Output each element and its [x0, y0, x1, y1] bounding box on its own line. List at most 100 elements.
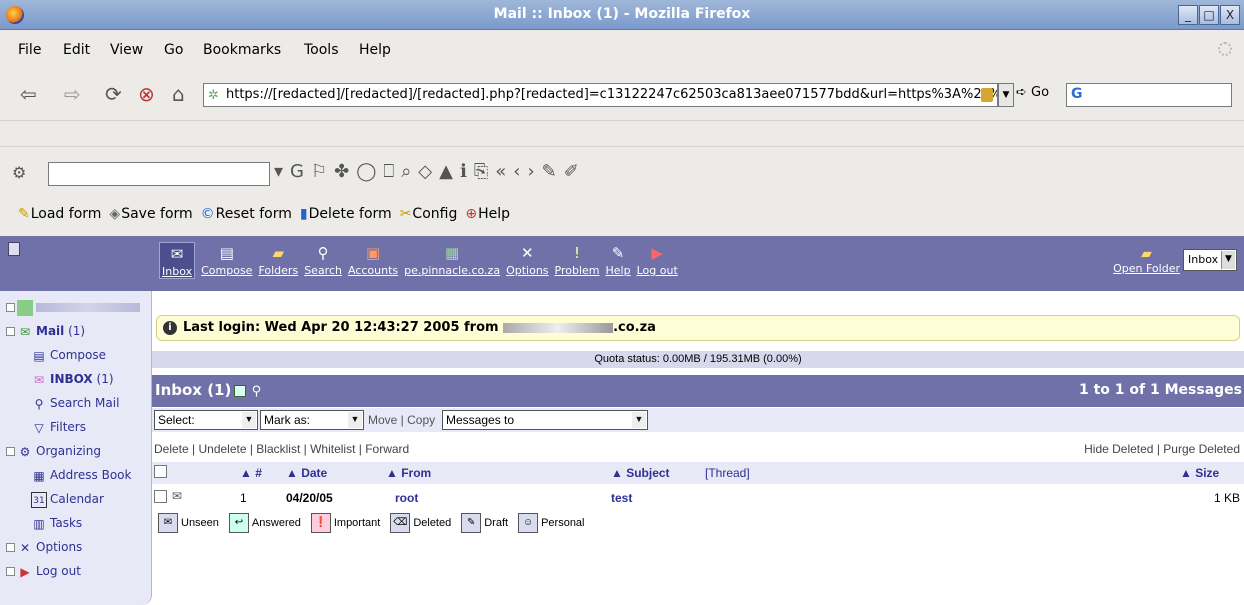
- important-icon: ❗: [310, 513, 331, 533]
- tree-tasks[interactable]: ▥ Tasks: [6, 513, 140, 537]
- back-icon[interactable]: ⇦: [20, 82, 37, 106]
- tree-options[interactable]: ✕ Options: [6, 537, 140, 561]
- url-dropdown-button[interactable]: ▼: [998, 83, 1014, 107]
- tree-account[interactable]: [6, 297, 140, 321]
- spell-icon[interactable]: ⚐: [311, 161, 327, 182]
- expander-icon[interactable]: [6, 447, 15, 456]
- nav-accounts[interactable]: ▣ Accounts: [348, 242, 398, 279]
- nav-logout[interactable]: ▶ Log out: [637, 242, 678, 279]
- rewind-icon[interactable]: «: [495, 161, 506, 182]
- reload-icon[interactable]: ⟳: [105, 82, 122, 106]
- delete-form-button[interactable]: ▮Delete form: [300, 206, 392, 222]
- tag-icon[interactable]: ◇: [418, 161, 432, 182]
- next-icon[interactable]: ›: [527, 161, 534, 182]
- options-icon: ✕: [19, 540, 31, 555]
- nav-problem[interactable]: ! Problem: [555, 242, 600, 279]
- reset-form-button[interactable]: ©Reset form: [201, 206, 292, 222]
- pen2-icon[interactable]: ✐: [564, 161, 579, 182]
- expander-icon[interactable]: [6, 303, 15, 312]
- tree-mail[interactable]: ✉ Mail (1): [6, 321, 140, 345]
- deleted-action-links[interactable]: Hide Deleted | Purge Deleted: [1084, 442, 1240, 456]
- book-icon[interactable]: ⎕: [383, 161, 394, 182]
- collapse-sidebar-icon[interactable]: [8, 242, 20, 256]
- tree-calendar[interactable]: 31 Calendar: [6, 489, 140, 513]
- nav-pinnacle[interactable]: ▦ pe.pinnacle.co.za: [404, 242, 500, 279]
- config-button[interactable]: ✂Config: [400, 206, 458, 222]
- stop-icon[interactable]: ⊗: [138, 82, 155, 106]
- mark-as-label: Mark as:: [264, 413, 311, 427]
- message-from[interactable]: root: [395, 491, 418, 505]
- toolbar-search-input[interactable]: [48, 162, 270, 186]
- dropdown-icon[interactable]: ▾: [274, 161, 283, 182]
- nav-help[interactable]: ✎ Help: [606, 242, 631, 279]
- expander-icon[interactable]: [6, 327, 15, 336]
- menu-file[interactable]: File: [18, 42, 41, 58]
- search-input[interactable]: G: [1066, 83, 1232, 107]
- search-icon[interactable]: ⚲: [252, 384, 262, 399]
- open-folder-button[interactable]: ▰ Open Folder: [1113, 246, 1180, 275]
- nav-inbox[interactable]: ✉ Inbox: [159, 242, 196, 279]
- tree-filters[interactable]: ▽ Filters: [6, 417, 140, 441]
- col-date[interactable]: ▲ Date: [286, 466, 327, 480]
- nav-folders[interactable]: ▰ Folders: [258, 242, 298, 279]
- tree-organizing[interactable]: ⚙ Organizing: [6, 441, 140, 465]
- nav-options[interactable]: ✕ Options: [506, 242, 548, 279]
- menu-tools[interactable]: Tools: [304, 42, 339, 58]
- google-icon[interactable]: G: [290, 161, 304, 182]
- save-form-icon: ◈: [109, 206, 121, 222]
- mark-as-dropdown[interactable]: Mark as: ▼: [260, 410, 364, 430]
- clover-icon[interactable]: ✤: [334, 161, 349, 182]
- nav-compose[interactable]: ▤ Compose: [201, 242, 252, 279]
- tree-compose[interactable]: ▤ Compose: [6, 345, 140, 369]
- tree-logout[interactable]: ▶ Log out: [6, 561, 140, 585]
- col-subject[interactable]: ▲ Subject: [611, 466, 670, 480]
- maximize-button[interactable]: □: [1199, 5, 1219, 25]
- menu-edit[interactable]: Edit: [63, 42, 90, 58]
- search-label: Search Mail: [50, 396, 120, 410]
- go-button[interactable]: ➪ Go: [1016, 85, 1049, 100]
- tree-address-book[interactable]: ▦ Address Book: [6, 465, 140, 489]
- pen-icon[interactable]: ✎: [542, 161, 557, 182]
- reset-form-label: Reset form: [215, 206, 292, 222]
- col-number[interactable]: ▲ #: [240, 466, 262, 480]
- expander-icon[interactable]: [6, 543, 15, 552]
- home-icon[interactable]: ⌂: [172, 82, 185, 106]
- col-thread-toggle[interactable]: [Thread]: [705, 466, 750, 480]
- nav-search[interactable]: ⚲ Search: [304, 242, 342, 279]
- message-action-links[interactable]: Delete | Undelete | Blacklist | Whitelis…: [154, 442, 409, 456]
- page-icon[interactable]: ⎘: [474, 161, 488, 182]
- help-button[interactable]: ⊕Help: [465, 206, 510, 222]
- select-dropdown[interactable]: Select: ▼: [154, 410, 258, 430]
- row-checkbox[interactable]: [154, 490, 167, 503]
- col-size[interactable]: ▲ Size: [1180, 466, 1219, 480]
- tree-inbox[interactable]: ✉ INBOX (1): [6, 369, 140, 393]
- menu-view[interactable]: View: [110, 42, 143, 58]
- table-row[interactable]: ✉ 1 04/20/05 root test 1 KB: [152, 486, 1244, 510]
- tree-search[interactable]: ⚲ Search Mail: [6, 393, 140, 417]
- forward-icon[interactable]: ⇨: [64, 82, 81, 106]
- col-from[interactable]: ▲ From: [386, 466, 431, 480]
- menu-go[interactable]: Go: [164, 42, 183, 58]
- minimize-button[interactable]: _: [1178, 5, 1198, 25]
- expander-icon[interactable]: [6, 567, 15, 576]
- prev-icon[interactable]: ‹: [513, 161, 520, 182]
- window-titlebar: Mail :: Inbox (1) - Mozilla Firefox _ □ …: [0, 0, 1244, 30]
- move-copy-toggle[interactable]: Move | Copy: [368, 413, 435, 427]
- message-subject[interactable]: test: [611, 491, 632, 505]
- refresh-icon[interactable]: [234, 384, 247, 397]
- folder-select[interactable]: Inbox ▼: [1183, 249, 1237, 271]
- menu-bookmarks[interactable]: Bookmarks: [203, 42, 281, 58]
- save-form-button[interactable]: ◈Save form: [109, 206, 192, 222]
- select-all-checkbox[interactable]: [154, 465, 167, 478]
- load-form-button[interactable]: ✎Load form: [18, 206, 101, 222]
- globe-icon[interactable]: ⚙: [12, 163, 26, 182]
- zoom-icon[interactable]: ⌕: [401, 161, 411, 182]
- url-input[interactable]: ✲ https://[redacted]/[redacted]/[redacte…: [203, 83, 998, 107]
- bubble-icon[interactable]: ◯: [356, 161, 376, 182]
- redacted-host: [503, 322, 614, 333]
- cap-icon[interactable]: ▲: [439, 161, 453, 182]
- close-button[interactable]: X: [1220, 5, 1240, 25]
- info-icon[interactable]: ℹ: [460, 161, 467, 182]
- menu-help[interactable]: Help: [359, 42, 391, 58]
- messages-to-dropdown[interactable]: Messages to ▼: [442, 410, 648, 430]
